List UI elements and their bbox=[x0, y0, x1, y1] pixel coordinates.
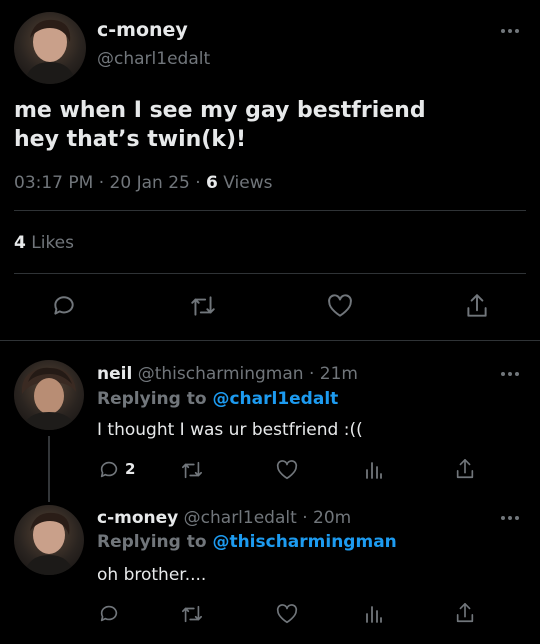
more-icon[interactable] bbox=[499, 513, 521, 523]
handle[interactable]: @thischarmingman bbox=[138, 364, 304, 384]
divider bbox=[14, 210, 526, 211]
meta-separator: · bbox=[308, 364, 315, 384]
like-icon[interactable] bbox=[275, 603, 299, 625]
views-label: Views bbox=[223, 173, 273, 193]
tweet-text-line-2: hey that’s twin(k)! bbox=[14, 127, 247, 152]
avatar[interactable] bbox=[14, 505, 84, 575]
reply-text: I thought I was ur bestfriend :(( bbox=[97, 420, 363, 440]
replying-to-handle[interactable]: @charl1edalt bbox=[212, 389, 338, 409]
retweet-icon[interactable] bbox=[180, 459, 204, 481]
thread-line bbox=[48, 436, 50, 502]
replying-to: Replying to @thischarmingman bbox=[97, 532, 397, 552]
reply-icon[interactable] bbox=[98, 603, 120, 625]
tweet-time[interactable]: 03:17 PM bbox=[14, 173, 93, 193]
reply-header: c-money @charl1edalt · 20m bbox=[97, 508, 351, 528]
reply-text: oh brother.... bbox=[97, 565, 207, 585]
more-icon[interactable] bbox=[499, 26, 521, 36]
likes-count: 4 bbox=[14, 233, 26, 253]
share-icon[interactable] bbox=[454, 457, 476, 481]
tweet-date[interactable]: 20 Jan 25 bbox=[110, 173, 190, 193]
display-name[interactable]: c-money bbox=[97, 508, 178, 528]
display-name[interactable]: neil bbox=[97, 364, 132, 384]
retweet-icon[interactable] bbox=[189, 293, 217, 319]
avatar[interactable] bbox=[14, 12, 86, 84]
share-icon[interactable] bbox=[464, 292, 490, 320]
reply-count: 2 bbox=[125, 460, 136, 478]
analytics-icon[interactable] bbox=[364, 602, 384, 624]
more-icon[interactable] bbox=[499, 369, 521, 379]
retweet-icon[interactable] bbox=[180, 603, 204, 625]
tweet-text: me when I see my gay bestfriend hey that… bbox=[14, 96, 526, 154]
divider bbox=[0, 340, 540, 341]
likes-label: Likes bbox=[31, 233, 74, 253]
replying-to-handle[interactable]: @thischarmingman bbox=[212, 532, 396, 552]
meta-separator: · bbox=[195, 173, 201, 193]
likes-stat[interactable]: 4 Likes bbox=[14, 233, 74, 253]
views-count: 6 bbox=[206, 173, 218, 193]
share-icon[interactable] bbox=[454, 601, 476, 625]
reply-age[interactable]: 21m bbox=[320, 364, 358, 384]
like-icon[interactable] bbox=[326, 293, 354, 319]
replying-prefix: Replying to bbox=[97, 532, 207, 552]
analytics-icon[interactable] bbox=[364, 458, 384, 480]
meta-separator: · bbox=[302, 508, 308, 528]
handle[interactable]: @charl1edalt bbox=[184, 508, 297, 528]
like-icon[interactable] bbox=[275, 459, 299, 481]
handle[interactable]: @charl1edalt bbox=[97, 49, 210, 69]
reply-icon[interactable] bbox=[51, 293, 77, 319]
replying-to: Replying to @charl1edalt bbox=[97, 389, 338, 409]
display-name[interactable]: c-money bbox=[97, 19, 188, 41]
tweet-meta: 03:17 PM · 20 Jan 25 · 6 Views bbox=[14, 173, 273, 193]
reply-header: neil @thischarmingman · 21m bbox=[97, 364, 358, 384]
reply-age[interactable]: 20m bbox=[313, 508, 351, 528]
reply-icon[interactable] bbox=[98, 459, 120, 481]
divider bbox=[14, 273, 526, 274]
tweet-text-line-1: me when I see my gay bestfriend bbox=[14, 98, 426, 123]
meta-separator: · bbox=[98, 173, 105, 193]
avatar[interactable] bbox=[14, 360, 84, 430]
replying-prefix: Replying to bbox=[97, 389, 207, 409]
